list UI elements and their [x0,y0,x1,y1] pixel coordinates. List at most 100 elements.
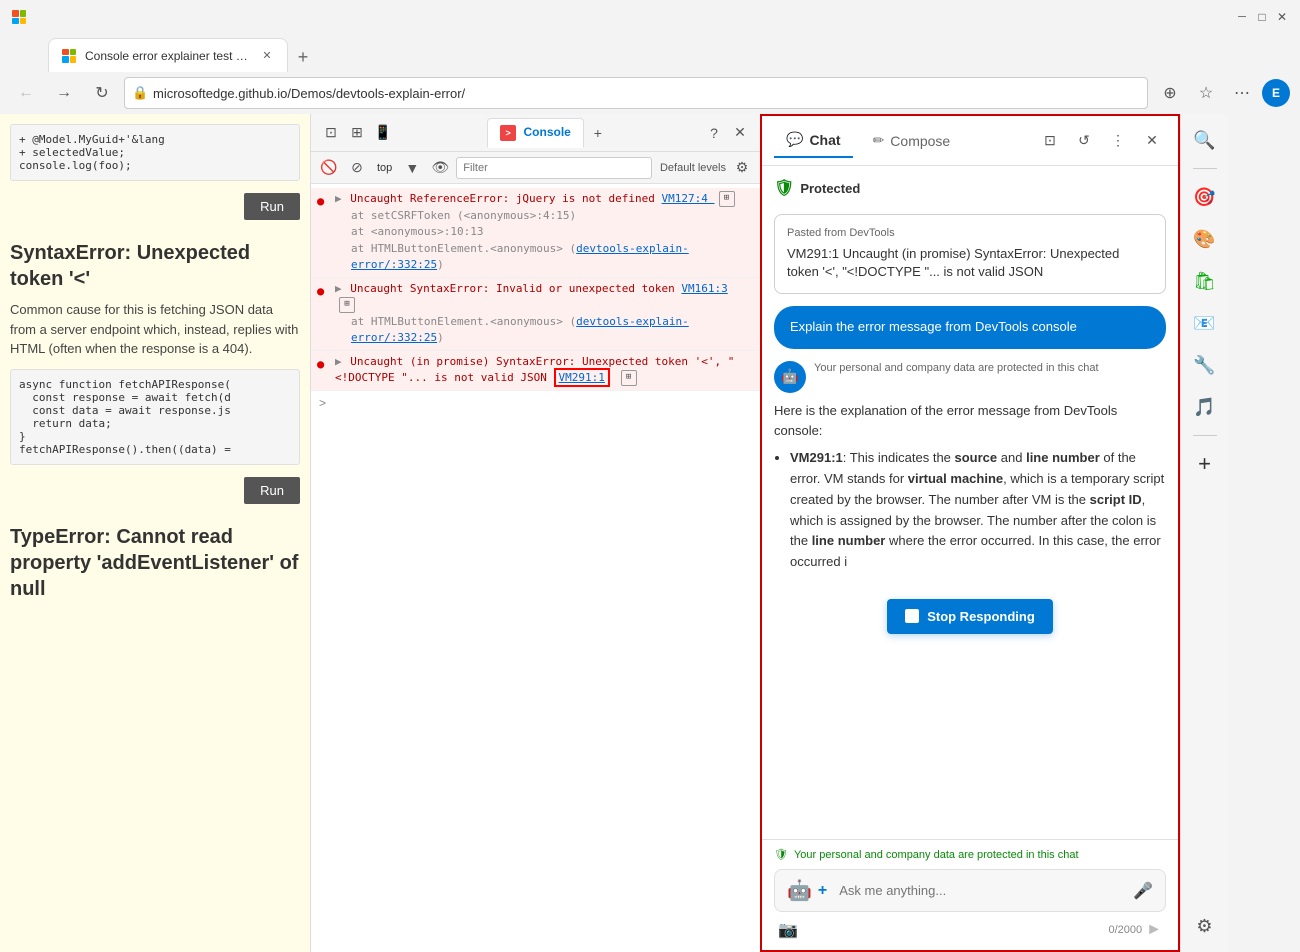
error-sub-2a: at HTMLButtonElement.<anonymous> (devtoo… [335,314,752,347]
eye-button[interactable]: 👁 [428,156,452,180]
search-sidebar-button[interactable]: 🔍 [1187,122,1223,158]
maximize-button[interactable] [1256,11,1268,23]
favorites-sidebar-button[interactable]: 🎯 [1187,179,1223,215]
back-button[interactable]: ← [10,77,42,109]
compose-tab-label: Compose [890,133,950,149]
error-sub-1b: at <anonymous>:10:13 [335,224,752,241]
shopping-sidebar-button[interactable]: 🛍 [1187,263,1223,299]
pasted-label: Pasted from DevTools [787,227,1153,239]
tab-close-button[interactable]: ✕ [259,48,275,64]
devtools-add-tab-button[interactable]: + [586,121,610,145]
protected-badge: 🛡 Protected [774,178,1166,198]
stop-responding-label: Stop Responding [927,609,1035,624]
run-button-2[interactable]: Run [244,477,300,504]
chat-input-field[interactable] [839,883,1125,898]
add-sidebar-button[interactable]: + [1187,446,1223,482]
expand-arrow-3[interactable]: ▶ [335,355,342,368]
vm-link-1[interactable]: VM127:4 [662,192,715,205]
devtools-device-button[interactable]: 📱 [371,121,395,145]
new-tab-button[interactable]: + [288,42,318,72]
error-text-3: Uncaught (in promise) SyntaxError: Unexp… [335,355,734,385]
console-tab-label: Console [524,125,571,139]
ai-source-bold: source [955,450,998,465]
error-sub-1c: at HTMLButtonElement.<anonymous> (devtoo… [335,241,752,274]
ai-line-number-bold: line number [1026,450,1100,465]
protected-label: Protected [800,181,860,196]
clear-console-button[interactable]: 🚫 [317,156,341,180]
browser-more-button[interactable]: ⋯ [1226,77,1258,109]
sidebar-divider-2 [1193,435,1217,436]
stop-responding-button[interactable]: Stop Responding [887,599,1053,634]
chat-more-button[interactable]: ⋮ [1104,127,1132,155]
chat-refresh-button[interactable]: ↺ [1070,127,1098,155]
vm-link-2[interactable]: VM161:3 [681,282,727,295]
profile-button[interactable]: E [1262,79,1290,107]
default-levels-settings[interactable]: ⚙ [730,156,754,180]
lock-icon: 🔒 [132,85,148,101]
chat-tab-label: Chat [809,132,840,148]
refresh-button[interactable]: ↻ [86,77,118,109]
tools-sidebar-button[interactable]: 🔧 [1187,347,1223,383]
ai-response-header: 🤖 Your personal and company data are pro… [774,361,1166,393]
devtools-help-button[interactable]: ? [702,121,726,145]
collections-sidebar-button[interactable]: 🎨 [1187,221,1223,257]
filter-input[interactable] [456,157,652,179]
copy-icon-2[interactable]: ⊞ [339,297,355,313]
add-topic-icon[interactable]: + [818,882,827,900]
send-button[interactable]: ► [1146,921,1162,939]
address-input[interactable] [124,77,1148,109]
settings-sidebar-button[interactable]: ⚙ [1187,908,1223,944]
vm-link-3-highlighted[interactable]: VM291:1 [554,368,610,387]
error-text-1: Uncaught ReferenceError: jQuery is not d… [350,192,655,205]
spotify-sidebar-button[interactable]: 🎵 [1187,389,1223,425]
tab-favicon [61,48,77,64]
chat-tab[interactable]: 💬 Chat [774,123,853,158]
chat-close-button[interactable]: ✕ [1138,127,1166,155]
favorites-button[interactable]: ☆ [1190,77,1222,109]
code-block-2: async function fetchAPIResponse( const r… [10,369,300,465]
chat-input-left-icon: 🤖 + [787,878,827,903]
shield-icon: 🛡 [774,178,794,198]
screenshot-button[interactable]: 📷 [778,920,798,940]
address-wrapper: 🔒 [124,77,1148,109]
copy-icon-3[interactable]: ⊞ [621,370,637,386]
top-dropdown-button[interactable]: ▼ [400,156,424,180]
read-aloud-button[interactable]: ⊕ [1154,77,1186,109]
console-expand-arrow: > [311,391,760,414]
pasted-message-text: VM291:1 Uncaught (in promise) SyntaxErro… [787,245,1153,281]
expand-arrow-2[interactable]: ▶ [335,282,342,295]
right-sidebar: 🔍 🎯 🎨 🛍 📧 🔧 🎵 + ⚙ [1180,114,1228,952]
footer-shield-icon: 🛡 [774,848,788,861]
window-close-button[interactable] [1276,11,1288,23]
devtools-undock-button[interactable]: ⊞ [345,121,369,145]
browser-favicon [12,10,26,24]
error-icon-2: ● [317,282,324,300]
user-message-box: Pasted from DevTools VM291:1 Uncaught (i… [774,214,1166,294]
run-button-1[interactable]: Run [244,193,300,220]
devtools-dock-button[interactable]: ⊡ [319,121,343,145]
browser-tab-active[interactable]: Console error explainer test page ✕ [48,38,288,72]
footer-protected-text: Your personal and company data are prote… [794,849,1079,861]
vm-link-3[interactable]: VM291:1 [559,371,605,384]
error-icon-3: ● [317,355,324,373]
forward-button[interactable]: → [48,77,80,109]
console-tab-icon: > [500,125,516,141]
char-count: 0/2000 [1109,924,1143,936]
ai-intro-text: Here is the explanation of the error mes… [774,401,1166,443]
open-new-window-button[interactable]: ⊡ [1036,127,1064,155]
devtools-link-1[interactable]: devtools-explain-error/:332:25 [351,242,689,272]
compose-tab[interactable]: ✏ Compose [861,124,963,157]
mail-sidebar-button[interactable]: 📧 [1187,305,1223,341]
copy-icon-1[interactable]: ⊞ [719,191,735,207]
microphone-button[interactable]: 🎤 [1133,881,1153,901]
devtools-link-2[interactable]: devtools-explain-error/:332:25 [351,315,689,345]
expand-arrow-1[interactable]: ▶ [335,192,342,205]
expand-more-icon[interactable]: > [319,396,326,410]
toolbar-right: ⊕ ☆ ⋯ E [1154,77,1290,109]
chat-header: 💬 Chat ✏ Compose ⊡ ↺ ⋮ ✕ [762,116,1178,166]
devtools-close-button[interactable]: ✕ [728,121,752,145]
minimize-button[interactable] [1236,11,1248,23]
tab-console[interactable]: > Console [487,118,584,148]
filter-toggle-button[interactable]: ⊘ [345,156,369,180]
compose-icon: ✏ [873,132,885,149]
